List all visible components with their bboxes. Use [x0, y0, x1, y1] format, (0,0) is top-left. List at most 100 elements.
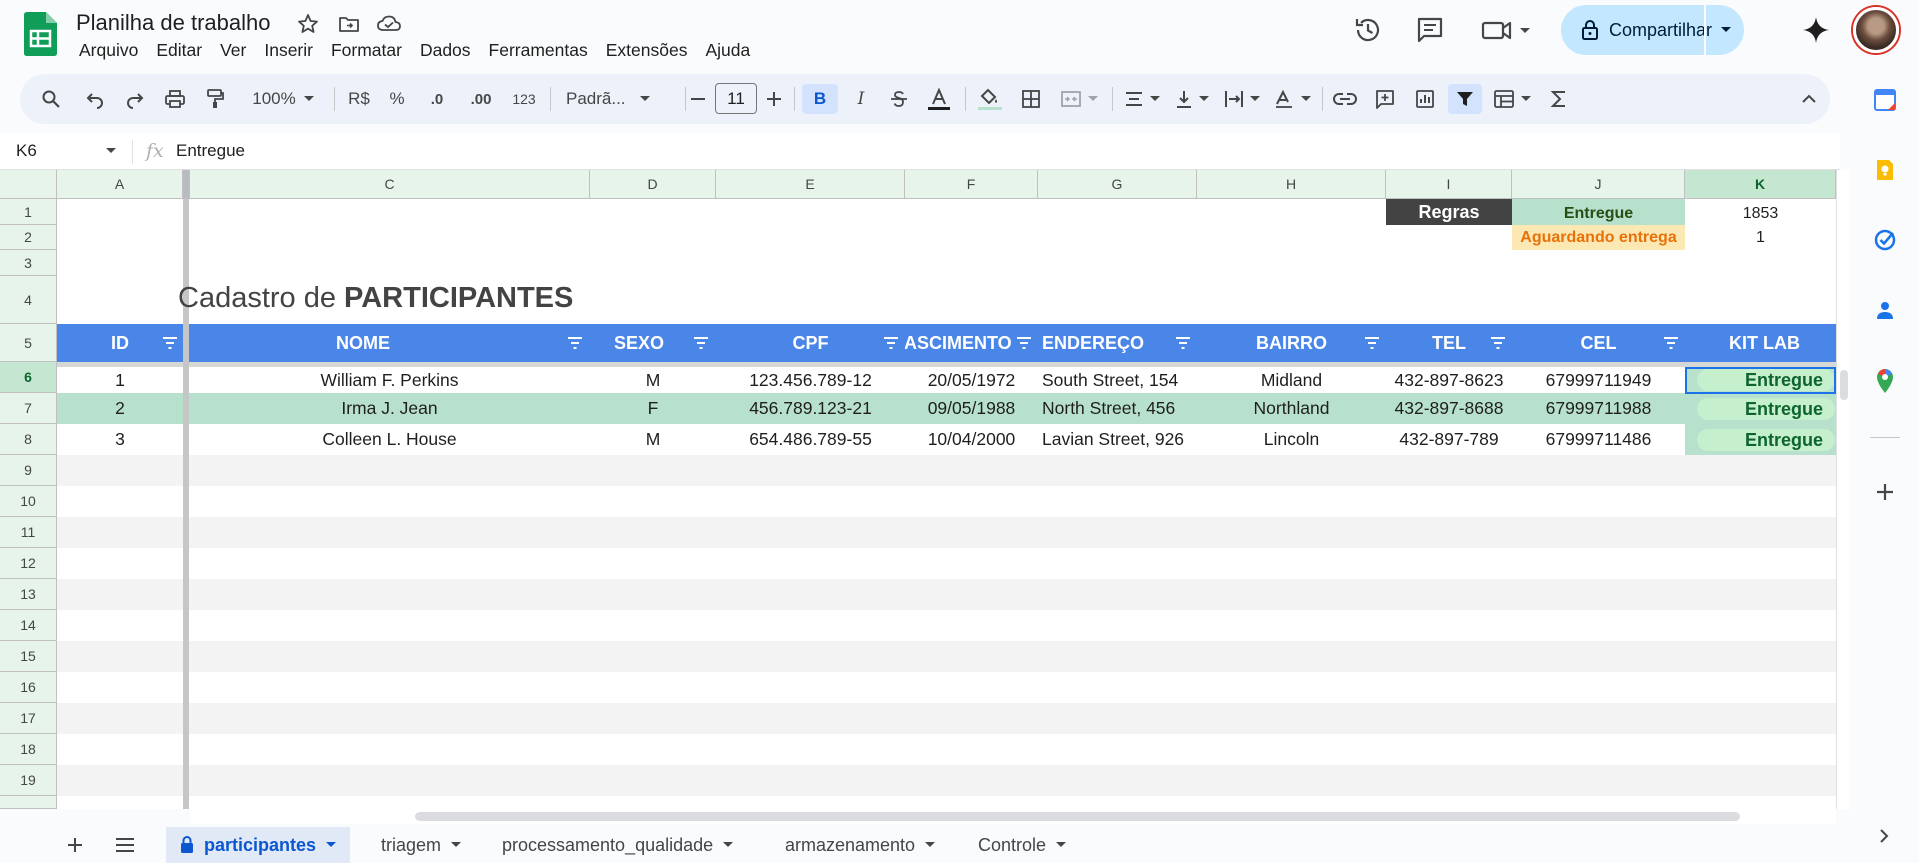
share-dropdown-button[interactable] [1707, 5, 1744, 55]
expand-side-panel-icon[interactable] [1878, 828, 1890, 844]
menu-inserir[interactable]: Inserir [255, 39, 322, 62]
cell-cpf[interactable]: 654.486.789-55 [716, 426, 905, 453]
column-header-e[interactable]: E [716, 170, 905, 199]
functions-icon[interactable] [1544, 84, 1574, 114]
cell-id[interactable]: 3 [57, 426, 183, 453]
row-header-8[interactable]: 8 [0, 424, 57, 455]
bold-icon[interactable]: B [802, 84, 838, 114]
cell-cpf[interactable]: 123.456.789-12 [716, 367, 905, 393]
row-header-17[interactable]: 17 [0, 703, 57, 734]
contacts-icon[interactable] [1873, 298, 1897, 322]
all-sheets-icon[interactable] [114, 837, 136, 853]
column-header-c[interactable]: C [190, 170, 590, 199]
filter-button-tel[interactable] [1489, 335, 1507, 351]
cell-cpf[interactable]: 456.789.123-21 [716, 395, 905, 422]
horizontal-scrollbar[interactable] [190, 809, 1836, 824]
row-header-1[interactable]: 1 [0, 199, 57, 225]
fill-color-icon[interactable] [972, 84, 1008, 114]
column-header-a[interactable]: A [57, 170, 183, 199]
cell-nascimento[interactable]: 09/05/1988 [905, 395, 1038, 422]
cell-tel[interactable]: 432-897-8623 [1386, 367, 1512, 393]
column-header-k[interactable]: K [1685, 170, 1836, 199]
rule-pending-label[interactable]: Aguardando entrega [1512, 225, 1685, 250]
cell-nome[interactable]: Irma J. Jean [189, 395, 590, 422]
menu-editar[interactable]: Editar [147, 39, 211, 62]
cell-bairro[interactable]: Northland [1197, 395, 1386, 422]
sheet-tab-participantes[interactable]: participantes [166, 827, 351, 863]
header-cel[interactable]: CEL [1512, 324, 1685, 362]
frozen-column-divider[interactable] [183, 170, 190, 199]
filter-views-icon[interactable] [1488, 84, 1536, 114]
column-header-d[interactable]: D [590, 170, 716, 199]
kit-lab-chip[interactable]: Entregue [1697, 398, 1835, 420]
column-header-f[interactable]: F [905, 170, 1038, 199]
format-currency-button[interactable]: R$ [344, 84, 374, 114]
row-header-14[interactable]: 14 [0, 610, 57, 641]
row-header-9[interactable]: 9 [0, 455, 57, 486]
menu-ferramentas[interactable]: Ferramentas [480, 39, 597, 62]
sheet-title[interactable]: Cadastro de PARTICIPANTES [178, 282, 573, 315]
cell-bairro[interactable]: Lincoln [1197, 426, 1386, 453]
horizontal-align-icon[interactable] [1120, 84, 1164, 114]
row-header-20[interactable] [0, 796, 57, 809]
share-button[interactable]: Compartilhar [1561, 5, 1744, 55]
filter-button-cel[interactable] [1662, 335, 1680, 351]
header-bairro[interactable]: BAIRRO [1197, 324, 1386, 362]
filter-button-bairro[interactable] [1363, 335, 1381, 351]
increase-font-size-icon[interactable] [762, 84, 786, 114]
horizontal-scroll-thumb[interactable] [415, 812, 1740, 821]
vertical-scrollbar[interactable] [1836, 170, 1850, 809]
row-header-3[interactable]: 3 [0, 250, 57, 276]
row-header-6[interactable]: 6 [0, 362, 57, 393]
header-cpf[interactable]: CPF [716, 324, 905, 362]
search-menus-icon[interactable] [36, 84, 66, 114]
formula-input[interactable]: Entregue [176, 141, 245, 161]
cell-nascimento[interactable]: 20/05/1972 [905, 367, 1038, 393]
keep-icon[interactable] [1873, 158, 1897, 182]
cell-cel[interactable]: 67999711988 [1512, 395, 1685, 422]
cell-nascimento[interactable]: 10/04/2000 [905, 426, 1038, 453]
cell-id[interactable]: 2 [57, 395, 183, 422]
strikethrough-icon[interactable] [884, 84, 914, 114]
cell-cel[interactable]: 67999711486 [1512, 426, 1685, 453]
cell-endereco[interactable]: South Street, 154 [1038, 367, 1197, 393]
menu-ajuda[interactable]: Ajuda [696, 39, 759, 62]
paint-format-icon[interactable] [200, 84, 230, 114]
row-header-19[interactable]: 19 [0, 765, 57, 796]
add-sheet-icon[interactable] [66, 836, 84, 854]
cell-endereco[interactable]: Lavian Street, 926 [1038, 426, 1197, 453]
rule-delivered-count[interactable]: 1853 [1685, 199, 1836, 225]
row-header-5[interactable]: 5 [0, 324, 57, 362]
document-title[interactable]: Planilha de trabalho [76, 10, 270, 36]
insert-chart-icon[interactable] [1410, 84, 1440, 114]
row-header-7[interactable]: 7 [0, 393, 57, 424]
column-header-g[interactable]: G [1038, 170, 1197, 199]
user-avatar[interactable] [1853, 7, 1899, 53]
rule-delivered-label[interactable]: Entregue [1512, 199, 1685, 225]
zoom-select[interactable]: 100% [242, 84, 324, 114]
text-wrapping-icon[interactable] [1220, 84, 1264, 114]
meet-call-icon[interactable] [1480, 14, 1536, 46]
row-header-11[interactable]: 11 [0, 517, 57, 548]
sheets-logo-icon[interactable] [24, 12, 57, 56]
header-kit-lab[interactable]: KIT LAB [1685, 324, 1836, 362]
cell-cel[interactable]: 67999711949 [1512, 367, 1685, 393]
filter-button-endereco[interactable] [1174, 335, 1192, 351]
cell-sexo[interactable]: F [590, 395, 716, 422]
rules-label[interactable]: Regras [1386, 199, 1512, 225]
comments-icon[interactable] [1414, 14, 1446, 46]
insert-comment-icon[interactable] [1370, 84, 1400, 114]
row-header-12[interactable]: 12 [0, 548, 57, 579]
font-size-input[interactable]: 11 [715, 83, 757, 114]
filter-button-nome[interactable] [566, 335, 584, 351]
cell-nome[interactable]: William F. Perkins [189, 367, 590, 393]
cell-bairro[interactable]: Midland [1197, 367, 1386, 393]
borders-icon[interactable] [1016, 84, 1046, 114]
menu-formatar[interactable]: Formatar [322, 39, 411, 62]
vertical-align-icon[interactable] [1170, 84, 1214, 114]
cell-tel[interactable]: 432-897-8688 [1386, 395, 1512, 422]
column-header-h[interactable]: H [1197, 170, 1386, 199]
gemini-sparkle-icon[interactable] [1800, 14, 1832, 46]
cell-endereco[interactable]: North Street, 456 [1038, 395, 1197, 422]
spreadsheet-grid[interactable]: A C D E F G H I J K 1 2 3 4 5 6 7 8 9 10… [0, 170, 1836, 809]
